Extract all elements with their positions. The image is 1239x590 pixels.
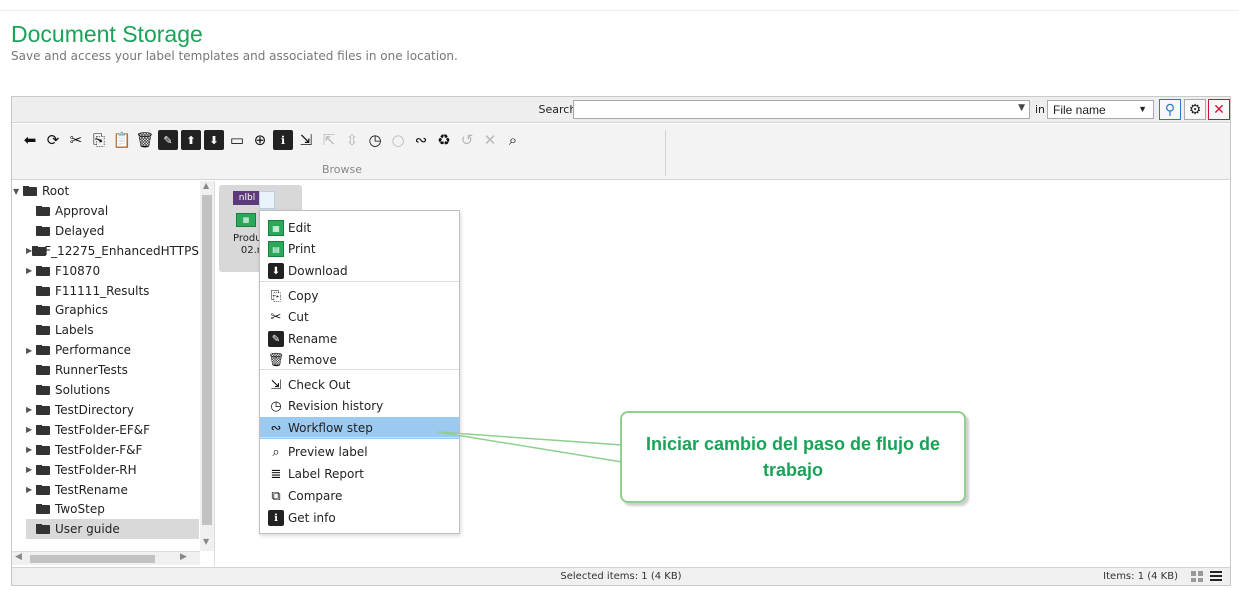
callout-text: Iniciar cambio del paso de flujo de trab… [645,434,941,480]
callout-pointer [437,431,623,463]
callout-box: Iniciar cambio del paso de flujo de trab… [620,411,966,503]
callout-arrow [437,431,623,463]
